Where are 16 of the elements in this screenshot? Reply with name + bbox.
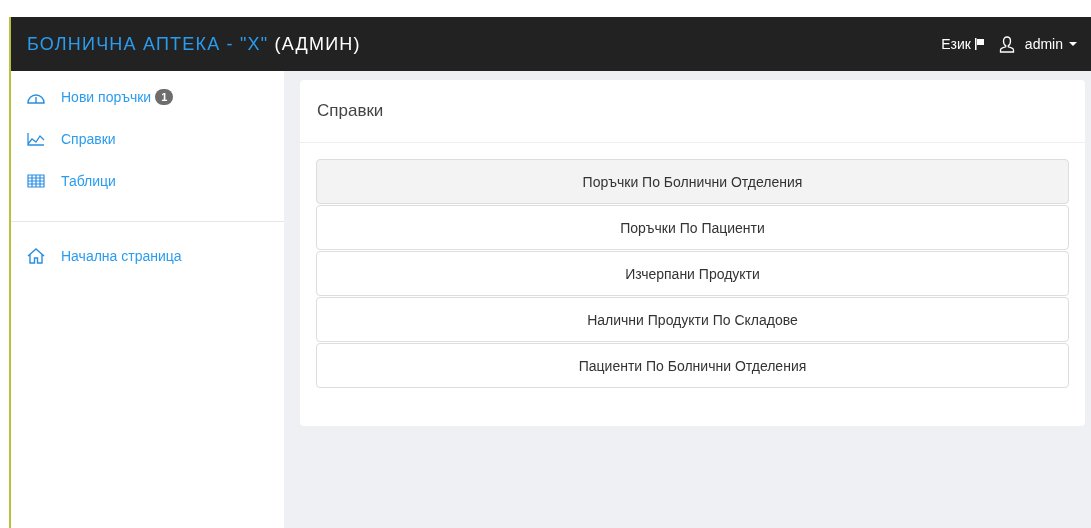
flag-icon (973, 38, 985, 50)
user-menu[interactable]: admin (1024, 36, 1063, 52)
app-title[interactable]: БОЛНИЧНА АПТЕКА - "Х" (АДМИН) (27, 33, 361, 55)
report-button[interactable]: Налични Продукти По Складове (316, 297, 1069, 342)
caret-icon (1069, 41, 1077, 47)
table-icon (27, 174, 45, 188)
report-button[interactable]: Пациенти По Болнични Отделения (316, 343, 1069, 388)
language-menu[interactable]: Език (941, 36, 971, 52)
report-button[interactable]: Поръчки По Болнични Отделения (316, 159, 1069, 204)
panel-title: Справки (317, 101, 384, 121)
user-icon (998, 35, 1015, 53)
report-button[interactable]: Поръчки По Пациенти (316, 205, 1069, 250)
chart-icon (27, 132, 45, 146)
report-button[interactable]: Изчерпани Продукти (316, 251, 1069, 296)
count-badge: 1 (155, 89, 174, 105)
home-icon (27, 248, 45, 264)
